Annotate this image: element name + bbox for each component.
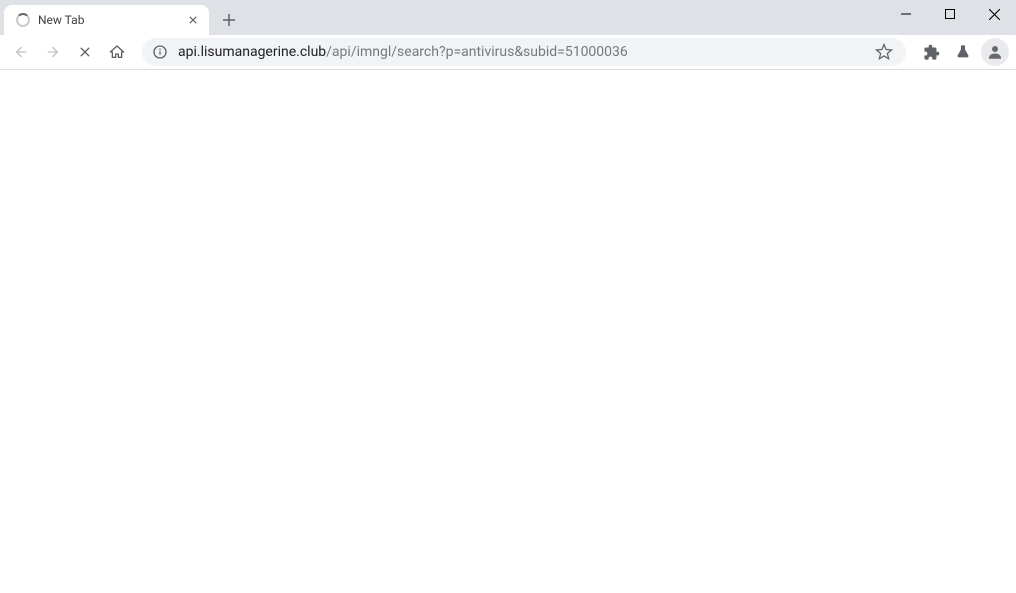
info-icon [152, 44, 168, 60]
address-bar[interactable]: api.lisumanagerine.club/api/imngl/search… [142, 38, 906, 66]
maximize-icon [945, 9, 955, 19]
back-arrow-icon [13, 44, 29, 60]
url-path: /api/imngl/search?p=antivirus&subid=5100… [326, 44, 628, 60]
forward-button[interactable] [38, 38, 68, 66]
window-controls [884, 0, 1016, 28]
tab-close-button[interactable] [185, 12, 201, 28]
url-host: api.lisumanagerine.club [178, 44, 326, 60]
extension-icons [916, 38, 1010, 66]
minimize-button[interactable] [884, 0, 928, 28]
forward-arrow-icon [45, 44, 61, 60]
lab-extension-button[interactable] [948, 38, 978, 66]
new-tab-button[interactable] [215, 6, 243, 34]
close-icon [77, 44, 93, 60]
url-text: api.lisumanagerine.club/api/imngl/search… [178, 44, 872, 60]
maximize-button[interactable] [928, 0, 972, 28]
close-icon [989, 9, 1000, 20]
flask-icon [955, 44, 971, 60]
star-icon [875, 43, 893, 61]
toolbar: api.lisumanagerine.club/api/imngl/search… [0, 35, 1016, 70]
tab-new-tab[interactable]: New Tab [4, 5, 209, 35]
minimize-icon [901, 9, 911, 19]
home-button[interactable] [102, 38, 132, 66]
close-window-button[interactable] [972, 0, 1016, 28]
bookmark-button[interactable] [872, 40, 896, 64]
page-content [0, 70, 1016, 593]
loading-spinner-icon [16, 13, 30, 27]
site-info-button[interactable] [152, 44, 168, 60]
tab-strip: New Tab [0, 0, 1016, 35]
puzzle-icon [923, 44, 940, 61]
extensions-button[interactable] [916, 38, 946, 66]
profile-button[interactable] [980, 38, 1010, 66]
stop-button[interactable] [70, 38, 100, 66]
plus-icon [222, 13, 236, 27]
close-icon [189, 16, 197, 24]
tab-title: New Tab [38, 13, 185, 27]
person-icon [986, 43, 1004, 61]
back-button[interactable] [6, 38, 36, 66]
home-icon [109, 44, 125, 60]
avatar [981, 38, 1009, 66]
